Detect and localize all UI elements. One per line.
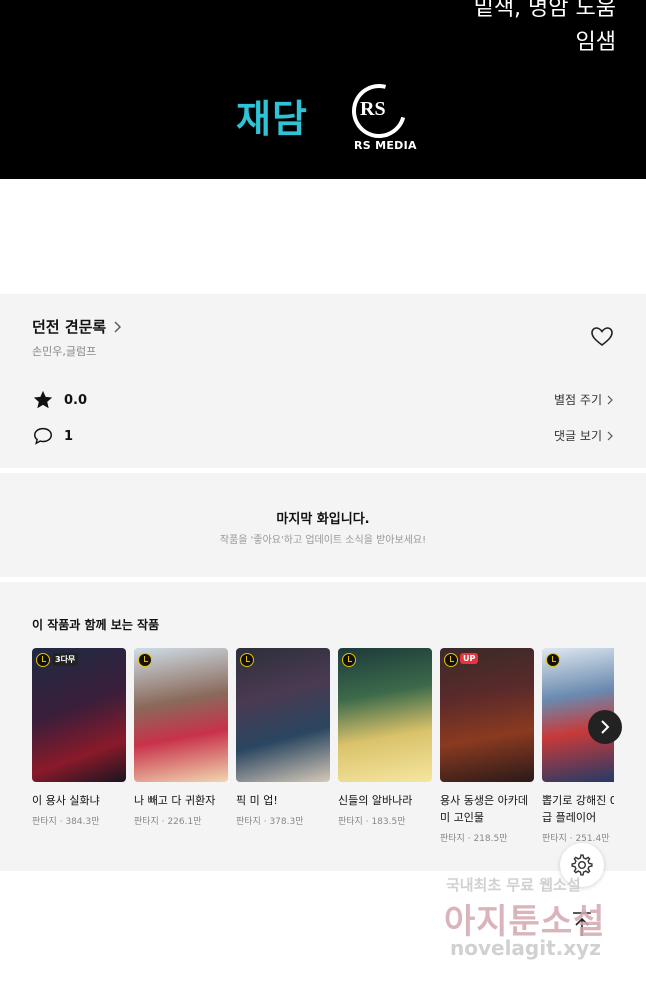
rate-button[interactable]: 별점 주기 bbox=[554, 391, 614, 408]
rating-value: 0.0 bbox=[64, 392, 88, 408]
work-title-link[interactable]: 던전 견문록 bbox=[32, 316, 122, 337]
chevron-right-icon bbox=[607, 395, 613, 404]
cover-image bbox=[236, 648, 330, 782]
cover-image bbox=[338, 648, 432, 782]
view-comments-label: 댓글 보기 bbox=[554, 429, 602, 443]
wait-free-clock-icon bbox=[444, 653, 458, 667]
jaedam-logo: 재담 bbox=[236, 97, 308, 141]
related-work-meta: 판타지 · 384.3만 bbox=[32, 817, 100, 827]
work-info-panel: 던전 견문록 손민우,글럼프 0.0 별점 주기 1 댓글 보기 bbox=[0, 294, 646, 468]
credits-line-1: 밑색, 명암 도움 bbox=[473, 0, 616, 21]
related-work-title: 뽑기로 강해진 0성급 플레이어 bbox=[542, 794, 614, 824]
wait-free-clock-icon bbox=[342, 653, 356, 667]
watermark: 국내최초 무료 웹소설 아지툰소설 novelagit.xyz bbox=[444, 872, 644, 982]
comment-icon bbox=[34, 427, 52, 445]
related-work-title: 이 용사 실화냐 bbox=[32, 794, 100, 807]
episode-end-banner: 밑색, 명암 도움 임샘 재담 RS RS MEDIA bbox=[0, 0, 646, 179]
rating-row: 0.0 bbox=[32, 389, 87, 411]
view-count: 226.1만 bbox=[167, 817, 202, 827]
comments-row: 1 bbox=[32, 425, 73, 447]
related-works-title: 이 작품과 함께 보는 작품 bbox=[32, 618, 160, 632]
view-count: 384.3만 bbox=[65, 817, 100, 827]
related-work-meta: 판타지 · 218.5만 bbox=[440, 834, 508, 844]
wait-free-clock-icon bbox=[546, 653, 560, 667]
chevron-right-icon bbox=[114, 321, 122, 332]
related-work-meta: 판타지 · 251.4만 bbox=[542, 834, 610, 844]
related-work-meta: 판타지 · 378.3만 bbox=[236, 817, 304, 827]
last-episode-heading: 마지막 화입니다. bbox=[276, 512, 370, 527]
genre: 판타지 bbox=[440, 834, 465, 844]
related-work-title: 나 빼고 다 귀환자 bbox=[134, 794, 216, 807]
up-badge: UP bbox=[460, 653, 479, 664]
related-work-title: 신들의 알바나라 bbox=[338, 794, 413, 807]
related-work-meta: 판타지 · 183.5만 bbox=[338, 817, 406, 827]
cover-image bbox=[134, 648, 228, 782]
related-work-card[interactable]: 3다무 이 용사 실화냐 판타지 · 384.3만 bbox=[32, 648, 126, 827]
related-works-section: 이 작품과 함께 보는 작품 3다무 이 용사 실화냐 판타지 · 384.3만… bbox=[0, 582, 646, 871]
heart-icon[interactable] bbox=[590, 325, 614, 349]
cover-image: UP bbox=[440, 648, 534, 782]
view-count: 378.3만 bbox=[269, 817, 304, 827]
wait-free-clock-icon bbox=[138, 653, 152, 667]
credits-text: 밑색, 명암 도움 임샘 bbox=[474, 0, 616, 60]
genre: 판타지 bbox=[338, 817, 363, 827]
related-work-title: 용사 동생은 아카데미 고인물 bbox=[440, 794, 528, 824]
related-work-title: 픽 미 업! bbox=[236, 794, 278, 807]
watermark-line-1: 국내최초 무료 웹소설 bbox=[446, 876, 581, 894]
cover-badge: 3다무 bbox=[52, 653, 79, 666]
last-episode-subtext: 작품을 '좋아요'하고 업데이트 소식을 받아보세요! bbox=[219, 535, 427, 546]
work-title: 던전 견문록 bbox=[32, 318, 107, 336]
carousel-next-button[interactable] bbox=[588, 710, 622, 744]
chevron-right-icon bbox=[601, 720, 610, 734]
related-work-card[interactable]: 나 빼고 다 귀환자 판타지 · 226.1만 bbox=[134, 648, 228, 827]
related-work-card[interactable]: 픽 미 업! 판타지 · 378.3만 bbox=[236, 648, 330, 827]
work-authors: 손민우,글럼프 bbox=[32, 345, 97, 358]
related-works-carousel: 3다무 이 용사 실화냐 판타지 · 384.3만 나 빼고 다 귀환자 판타지… bbox=[32, 648, 614, 868]
last-episode-notice: 마지막 화입니다. 작품을 '좋아요'하고 업데이트 소식을 받아보세요! bbox=[0, 473, 646, 577]
genre: 판타지 bbox=[134, 817, 159, 827]
wait-free-clock-icon bbox=[240, 653, 254, 667]
comment-count: 1 bbox=[64, 428, 74, 444]
related-work-meta: 판타지 · 226.1만 bbox=[134, 817, 202, 827]
genre: 판타지 bbox=[542, 834, 567, 844]
genre: 판타지 bbox=[236, 817, 261, 827]
credits-line-2: 임샘 bbox=[575, 30, 616, 55]
wait-free-clock-icon bbox=[36, 653, 50, 667]
view-comments-button[interactable]: 댓글 보기 bbox=[554, 427, 614, 444]
related-work-card[interactable]: 뽑기로 강해진 0성급 플레이어 판타지 · 251.4만 bbox=[542, 648, 614, 844]
rs-media-label: RS MEDIA bbox=[354, 139, 417, 152]
view-count: 183.5만 bbox=[371, 817, 406, 827]
star-icon bbox=[33, 390, 53, 409]
rs-logo-text: RS bbox=[360, 98, 386, 120]
genre: 판타지 bbox=[32, 817, 57, 827]
view-count: 218.5만 bbox=[473, 834, 508, 844]
chevron-right-icon bbox=[607, 431, 613, 440]
watermark-line-3: novelagit.xyz bbox=[450, 936, 601, 960]
rate-button-label: 별점 주기 bbox=[554, 393, 602, 407]
related-work-card[interactable]: UP 용사 동생은 아카데미 고인물 판타지 · 218.5만 bbox=[440, 648, 534, 844]
related-work-card[interactable]: 신들의 알바나라 판타지 · 183.5만 bbox=[338, 648, 432, 827]
cover-image: 3다무 bbox=[32, 648, 126, 782]
